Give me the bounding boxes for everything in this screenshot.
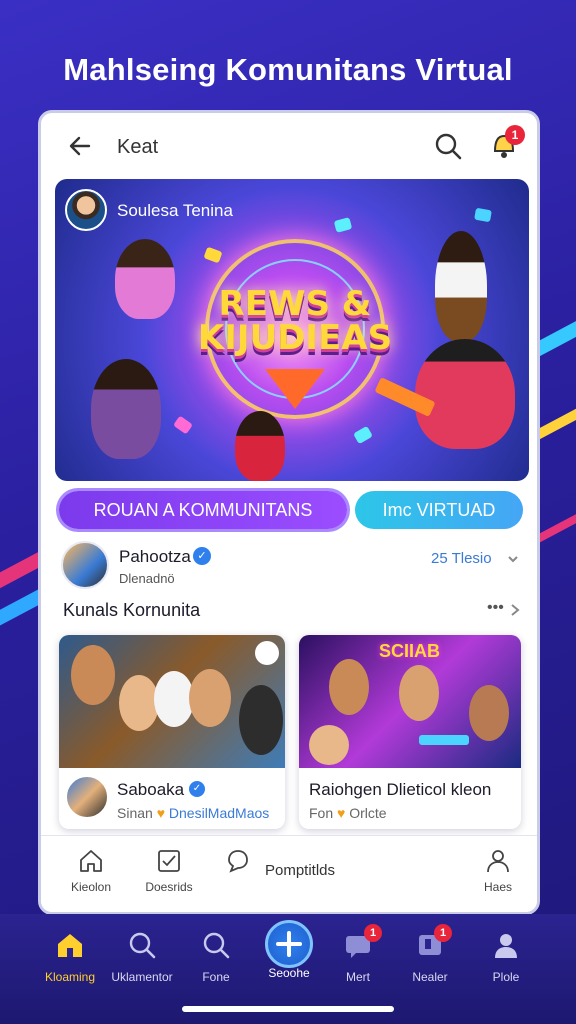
saved-badge: 1 xyxy=(434,924,452,942)
person-face xyxy=(71,645,115,705)
heart-bubble-icon xyxy=(255,641,279,665)
chat-bubble-icon xyxy=(228,850,248,873)
home-indicator[interactable] xyxy=(182,1006,394,1012)
home-icon xyxy=(80,850,102,872)
sparkle-icon xyxy=(333,217,353,233)
chevron-right-icon[interactable] xyxy=(509,603,521,617)
verified-badge-icon: ✓ xyxy=(189,781,205,797)
person-face xyxy=(329,659,369,715)
person-face xyxy=(239,685,283,755)
inner-tab-bar: Kieolon Doesrids Pomptitlds Haes xyxy=(41,835,537,912)
tab-docs-label: Doesrids xyxy=(145,880,193,894)
messages-badge: 1 xyxy=(364,924,382,942)
card-image xyxy=(59,635,285,768)
sparkle-icon xyxy=(203,246,223,264)
card-subtitle-highlight: DnesilMadMaos xyxy=(168,805,270,821)
person-face xyxy=(189,669,231,727)
heart-icon: ♥ xyxy=(337,805,346,821)
card-subtitle-prefix: Fon xyxy=(309,805,334,821)
hero-arrow-shape xyxy=(265,369,325,409)
card-title: Raiohgen Dlieticol kleon xyxy=(309,780,492,799)
nav-item-label: Mert xyxy=(346,970,370,984)
heart-icon: ♥ xyxy=(156,805,166,821)
nav-item-label: Uklamentor xyxy=(111,970,173,984)
chevron-down-icon[interactable] xyxy=(507,553,519,565)
search-icon[interactable] xyxy=(433,131,463,161)
tab-posts[interactable]: Pomptitlds xyxy=(225,848,365,880)
card-subtitle-suffix: Orlcte xyxy=(349,805,387,821)
nav-item-explore[interactable]: Uklamentor xyxy=(106,930,178,984)
checkbox-doc-icon xyxy=(158,850,180,872)
profile-icon xyxy=(495,934,517,958)
nav-item-label: Nealer xyxy=(412,970,448,984)
home-icon xyxy=(58,934,82,957)
add-icon xyxy=(276,931,302,957)
nav-item-label: Plole xyxy=(492,970,520,984)
tab-profile[interactable]: Haes xyxy=(473,848,523,894)
page-headline: Mahlseing Komunitans Virtual xyxy=(63,52,513,87)
section-title: Kunals Kornunita xyxy=(63,600,201,620)
post-timestamp: 25 Tlesio xyxy=(431,550,492,567)
phone-frame: Keat 1 Soulesa Tenina REWS & KIJUDIEAS R… xyxy=(38,110,540,915)
create-post-label: Seoohe xyxy=(268,966,310,980)
nav-item-profile[interactable]: Plole xyxy=(470,930,542,984)
tab-docs[interactable]: Doesrids xyxy=(137,848,201,894)
avatar[interactable] xyxy=(61,541,109,589)
top-bar-title: Keat xyxy=(117,136,159,158)
top-bar: Keat 1 xyxy=(41,113,537,179)
search-icon xyxy=(129,932,156,959)
profile-icon xyxy=(487,850,509,873)
hero-creator-name: Soulesa Tenina xyxy=(117,201,233,220)
community-card[interactable]: SCIIAB Raiohgen Dlieticol kleon Fon ♥ Or… xyxy=(299,635,521,829)
search-icon xyxy=(203,932,230,959)
tab-home-label: Kieolon xyxy=(70,880,112,894)
tab-home[interactable]: Kieolon xyxy=(65,848,117,894)
hero-person xyxy=(235,411,285,481)
back-arrow-icon[interactable] xyxy=(67,133,93,159)
nav-item-label: Kloaming xyxy=(44,970,96,984)
hero-logo-text: REWS & KIJUDIEAS xyxy=(197,284,393,358)
community-card[interactable]: Saboaka ✓ Sinan ♥ DnesilMadMaos xyxy=(59,635,285,829)
hero-person xyxy=(415,339,515,449)
community-chip-button[interactable]: ROUAN A KOMMUNITANS xyxy=(59,491,347,529)
card-image-sign: SCIIAB xyxy=(379,641,441,661)
hero-banner[interactable]: Soulesa Tenina REWS & KIJUDIEAS xyxy=(55,179,529,481)
hero-person xyxy=(435,231,487,341)
notification-badge: 1 xyxy=(505,125,525,145)
hero-person xyxy=(91,359,161,459)
create-post-button[interactable] xyxy=(265,920,313,968)
avatar[interactable] xyxy=(65,775,109,819)
tab-profile-label: Haes xyxy=(483,880,512,894)
nav-item-saved[interactable]: Nealer xyxy=(394,930,466,984)
sparkle-icon xyxy=(353,425,373,445)
avatar[interactable] xyxy=(65,189,107,231)
person-face xyxy=(469,685,509,741)
person-face xyxy=(399,665,439,721)
card-subtitle: Fon ♥ Orlcte xyxy=(309,805,387,821)
person-face xyxy=(309,725,349,765)
sparkle-icon xyxy=(474,207,492,223)
card-subtitle-prefix: Sinan xyxy=(117,805,153,821)
nav-item-label: Fone xyxy=(202,970,230,984)
tab-posts-label: Pomptitlds xyxy=(265,862,336,879)
bottom-nav-bar: Kloaming Uklamentor Fone Seoohe Mert 1 N… xyxy=(0,914,576,1024)
card-subtitle: Sinan ♥ DnesilMadMaos xyxy=(117,805,269,821)
nav-item-search[interactable]: Fone xyxy=(180,930,252,984)
nav-item-messages[interactable]: Mert xyxy=(322,930,394,984)
person-face xyxy=(119,675,159,731)
sparkle-icon xyxy=(173,415,193,435)
verified-badge-icon: ✓ xyxy=(193,547,211,565)
more-options-icon[interactable]: ••• xyxy=(487,599,504,617)
mask-prop xyxy=(154,671,194,727)
nav-item-home[interactable]: Kloaming xyxy=(34,930,106,984)
post-author-handle: Dlenadnö xyxy=(119,571,175,586)
card-title: Saboaka xyxy=(117,780,185,799)
card-image: SCIIAB xyxy=(299,635,521,768)
virtual-chip-button[interactable]: Imc VIRTUAD xyxy=(355,491,523,529)
keyboard-prop xyxy=(419,735,469,745)
post-author-name[interactable]: Pahootza xyxy=(119,547,191,567)
